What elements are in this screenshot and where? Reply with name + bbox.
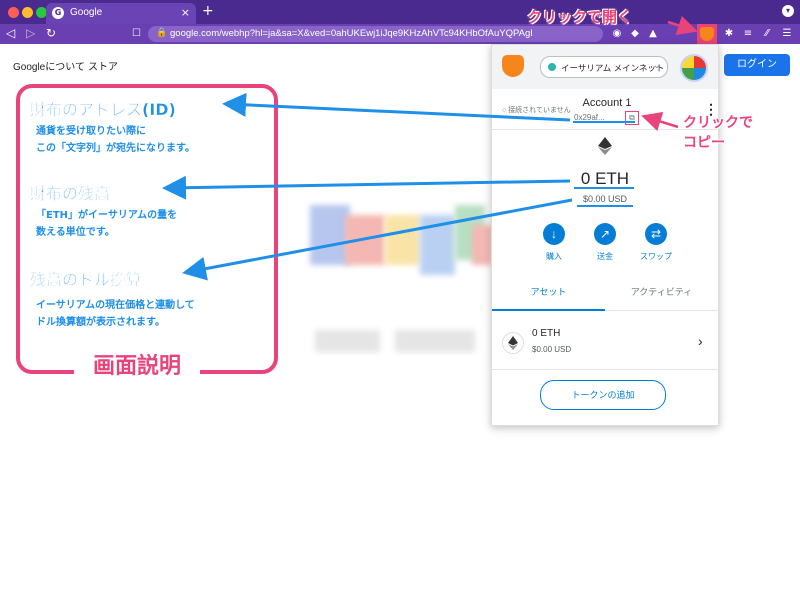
arrow-to-balance (162, 175, 571, 200)
arrow-to-copy (641, 111, 679, 132)
annotation-arrows (162, 15, 698, 281)
arrow-to-address (222, 92, 571, 122)
arrow-to-extension (667, 15, 698, 35)
arrow-to-usd (182, 198, 573, 281)
